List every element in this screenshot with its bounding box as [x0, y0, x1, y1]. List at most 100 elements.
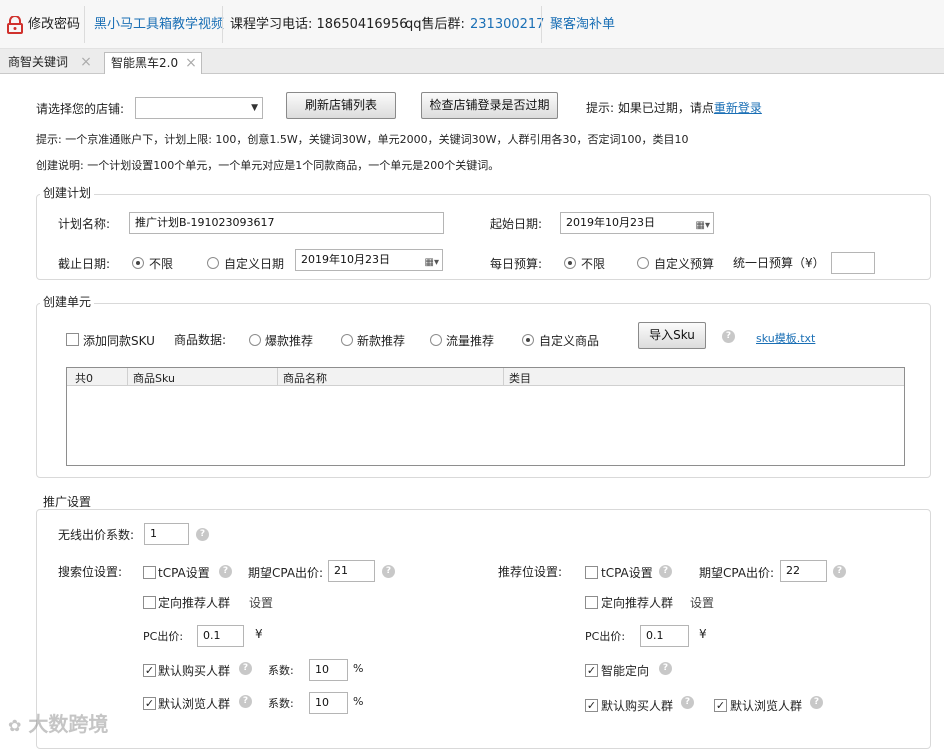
help-icon[interactable]: ?	[722, 330, 735, 343]
tutorial-video-link[interactable]: 黑小马工具箱教学视频	[94, 0, 224, 49]
phone-text: 课程学习电话: 18650416956	[230, 17, 408, 32]
end-date-label: 截止日期:	[58, 257, 111, 271]
percent-label: %	[353, 662, 364, 675]
juke-link[interactable]: 聚客淘补单	[550, 0, 615, 49]
search-cpa-input[interactable]: 21	[328, 560, 375, 582]
help-icon[interactable]: ?	[833, 565, 846, 578]
close-icon[interactable]: ×	[183, 55, 199, 71]
start-date-picker[interactable]: 2019年10月23日 ▦▾	[560, 212, 714, 234]
add-same-sku-checkbox[interactable]	[66, 333, 79, 346]
help-icon[interactable]: ?	[659, 662, 672, 675]
limits-note: 提示: 一个京准通账户下，计划上限: 100，创意1.5W，关键词30W，单元2…	[36, 133, 689, 146]
toolbar-divider	[541, 6, 542, 43]
option-traffic-label: 流量推荐	[446, 334, 495, 348]
budget-unlimited-radio[interactable]	[564, 257, 576, 269]
column-divider	[277, 368, 278, 386]
create-plan-title: 创建计划	[40, 186, 95, 200]
wireless-coef-label: 无线出价系数:	[58, 528, 135, 542]
search-targeted-label: 定向推荐人群	[158, 596, 231, 610]
recommend-tcpa-checkbox[interactable]	[585, 566, 598, 579]
recommend-pc-input[interactable]: 0.1	[640, 625, 689, 647]
plan-name-label: 计划名称:	[58, 217, 111, 231]
end-custom-radio[interactable]	[207, 257, 219, 269]
end-custom-label: 自定义日期	[224, 257, 285, 271]
import-sku-button[interactable]: 导入Sku	[638, 322, 706, 349]
watermark-text: 大数跨境	[28, 712, 109, 736]
change-password-button[interactable]: 修改密码	[6, 0, 80, 49]
option-traffic-radio[interactable]	[430, 334, 442, 346]
tab-bar: 商智关键词 × 智能黑车2.0 ×	[0, 49, 944, 74]
column-header-category: 类目	[509, 372, 531, 385]
help-icon[interactable]: ?	[196, 528, 209, 541]
help-icon[interactable]: ?	[810, 696, 823, 709]
budget-custom-label: 自定义预算	[654, 257, 715, 271]
percent-label: %	[353, 695, 364, 708]
watermark-logo-icon: ✿	[8, 716, 22, 735]
refresh-store-list-button[interactable]: 刷新店铺列表	[286, 92, 396, 119]
start-date-value: 2019年10月23日	[566, 216, 655, 229]
recommend-targeted-checkbox[interactable]	[585, 596, 598, 609]
recommend-cpa-input[interactable]: 22	[780, 560, 827, 582]
calendar-icon[interactable]: ▦▾	[696, 216, 710, 236]
recommend-buyers-label: 默认购买人群	[601, 699, 674, 713]
tab-shangzhi-keywords[interactable]: 商智关键词 ×	[2, 52, 98, 74]
change-password-label: 修改密码	[28, 17, 81, 32]
unified-budget-label: 统一日预算（¥）	[733, 256, 825, 270]
search-browsers-coef-input[interactable]: 10	[309, 692, 348, 714]
search-browsers-coef-label: 系数:	[268, 697, 294, 710]
recommend-buyers-checkbox[interactable]: ✓	[585, 699, 598, 712]
search-buyers-checkbox[interactable]: ✓	[143, 664, 156, 677]
watermark: ✿ 大数跨境	[8, 708, 108, 737]
recommend-targeted-settings-link[interactable]: 设置	[690, 594, 714, 611]
lock-icon	[7, 16, 23, 34]
relogin-link[interactable]: 重新登录	[714, 101, 762, 115]
store-select[interactable]: ▼	[135, 97, 263, 119]
help-icon[interactable]: ?	[681, 696, 694, 709]
qq-number: 231300217	[470, 17, 545, 32]
option-hot-radio[interactable]	[249, 334, 261, 346]
check-login-expired-button[interactable]: 检查店铺登录是否过期	[421, 92, 558, 119]
search-targeted-settings-link[interactable]: 设置	[249, 594, 273, 611]
add-same-sku-label: 添加同款SKU	[83, 334, 155, 348]
promo-settings-title: 推广设置	[40, 495, 95, 509]
sku-template-link[interactable]: sku模板.txt	[756, 330, 815, 346]
recommend-tcpa-label: tCPA设置	[601, 566, 653, 580]
help-icon[interactable]: ?	[239, 662, 252, 675]
search-buyers-coef-input[interactable]: 10	[309, 659, 348, 681]
end-date-picker[interactable]: 2019年10月23日 ▦▾	[295, 249, 443, 271]
recommend-browsers-checkbox[interactable]: ✓	[714, 699, 727, 712]
recommend-smart-checkbox[interactable]: ✓	[585, 664, 598, 677]
help-icon[interactable]: ?	[219, 565, 232, 578]
tab-smart-blackcar[interactable]: 智能黑车2.0 ×	[104, 52, 202, 74]
toolbar-divider	[222, 6, 223, 43]
search-targeted-checkbox[interactable]	[143, 596, 156, 609]
wireless-coef-input[interactable]: 1	[144, 523, 189, 545]
top-toolbar: 修改密码 黑小马工具箱教学视频 课程学习电话: 18650416956 qq售后…	[0, 0, 944, 49]
column-header-count: 共0	[75, 372, 93, 385]
tab-label: 商智关键词	[8, 55, 69, 69]
end-unlimited-label: 不限	[149, 257, 174, 271]
close-icon[interactable]: ×	[78, 54, 94, 70]
help-icon[interactable]: ?	[382, 565, 395, 578]
search-browsers-checkbox[interactable]: ✓	[143, 697, 156, 710]
help-icon[interactable]: ?	[659, 565, 672, 578]
help-icon[interactable]: ?	[239, 695, 252, 708]
budget-unlimited-label: 不限	[581, 257, 606, 271]
calendar-icon[interactable]: ▦▾	[425, 253, 439, 273]
plan-name-input[interactable]: 推广计划B-191023093617	[129, 212, 444, 234]
search-pc-input[interactable]: 0.1	[197, 625, 244, 647]
sku-table[interactable]: 共0 商品Sku 商品名称 类目	[66, 367, 905, 466]
product-data-label: 商品数据:	[174, 333, 227, 347]
option-custom-radio[interactable]	[522, 334, 534, 346]
recommend-pc-label: PC出价:	[585, 630, 626, 643]
option-custom-label: 自定义商品	[539, 334, 600, 348]
create-unit-title: 创建单元	[40, 295, 95, 309]
search-position-label: 搜索位设置:	[58, 565, 123, 579]
search-tcpa-checkbox[interactable]	[143, 566, 156, 579]
option-new-radio[interactable]	[341, 334, 353, 346]
yen-icon: ¥	[255, 627, 263, 641]
unified-budget-input[interactable]	[831, 252, 875, 274]
budget-custom-radio[interactable]	[637, 257, 649, 269]
toolbar-divider	[84, 6, 85, 43]
end-unlimited-radio[interactable]	[132, 257, 144, 269]
